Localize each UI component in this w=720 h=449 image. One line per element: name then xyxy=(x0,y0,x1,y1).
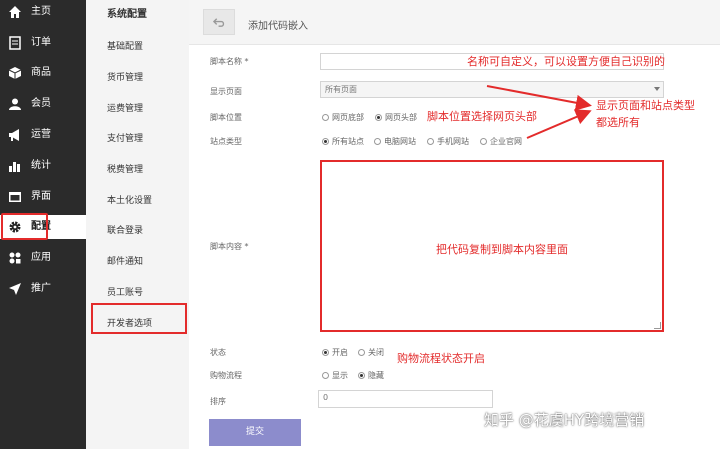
subnav-item-staff[interactable]: 员工账号 xyxy=(107,285,143,298)
shopping-flow-label: 购物流程 xyxy=(210,371,242,380)
radio-label: 网页底部 xyxy=(332,113,364,122)
nav-label: 界面 xyxy=(31,191,51,202)
display-page-select[interactable]: 所有页面 xyxy=(320,81,664,98)
flow-radio-show[interactable]: 显示 xyxy=(322,370,348,381)
nav-item-home[interactable]: 主页 xyxy=(0,0,86,24)
apps-icon xyxy=(9,252,21,264)
site-type-label: 站点类型 xyxy=(210,137,242,146)
chevron-down-icon xyxy=(654,87,660,91)
position-radio-footer[interactable]: 网页底部 xyxy=(322,112,364,123)
site-radio-all[interactable]: 所有站点 xyxy=(322,136,364,147)
watermark: 知乎 @花虞HY跨境营销 xyxy=(484,411,645,429)
flow-radio-hide[interactable]: 隐藏 xyxy=(358,370,384,381)
subnav-item-social-login[interactable]: 联合登录 xyxy=(107,223,143,236)
back-button[interactable] xyxy=(203,9,235,35)
undo-icon xyxy=(212,18,224,27)
radio-icon xyxy=(374,138,381,145)
annotation-status: 购物流程状态开启 xyxy=(397,352,485,365)
nav-item-apps[interactable]: 应用 xyxy=(0,246,86,270)
site-radio-mobile[interactable]: 手机网站 xyxy=(427,136,469,147)
nav-label: 应用 xyxy=(31,252,51,263)
status-radio-off[interactable]: 关闭 xyxy=(358,347,384,358)
site-radio-corporate[interactable]: 企业官网 xyxy=(480,136,522,147)
radio-label: 关闭 xyxy=(368,348,384,357)
script-position-label: 脚本位置 xyxy=(210,113,242,122)
box-icon xyxy=(8,67,22,79)
nav-label: 商品 xyxy=(31,67,51,78)
nav-label: 订单 xyxy=(31,37,51,48)
nav-label: 统计 xyxy=(31,160,51,171)
nav-label: 主页 xyxy=(31,6,51,17)
nav-item-interface[interactable]: 界面 xyxy=(0,185,86,209)
nav-item-products[interactable]: 商品 xyxy=(0,61,86,85)
subnav-item-payment[interactable]: 支付管理 xyxy=(107,131,143,144)
radio-icon xyxy=(322,372,329,379)
radio-label: 手机网站 xyxy=(437,137,469,146)
radio-label: 网页头部 xyxy=(385,113,417,122)
radio-checked-icon xyxy=(375,114,382,121)
subnav-item-tax[interactable]: 税费管理 xyxy=(107,162,143,175)
page-title: 添加代码嵌入 xyxy=(248,21,308,32)
site-radio-desktop[interactable]: 电脑网站 xyxy=(374,136,416,147)
send-icon xyxy=(9,283,21,295)
radio-label: 显示 xyxy=(332,371,348,380)
bar-chart-icon xyxy=(9,162,20,172)
subnav-title: 系统配置 xyxy=(107,9,147,20)
nav-item-members[interactable]: 会员 xyxy=(0,92,86,116)
annotation-name: 名称可自定义，可以设置方便自己识别的 xyxy=(467,55,665,68)
config-highlight-box xyxy=(1,213,48,240)
position-radio-header[interactable]: 网页头部 xyxy=(375,112,417,123)
annotation-position: 脚本位置选择网页头部 xyxy=(427,110,537,123)
window-icon xyxy=(9,192,21,202)
radio-label: 开启 xyxy=(332,348,348,357)
order-icon xyxy=(9,36,21,50)
nav-label: 会员 xyxy=(31,98,51,109)
nav-item-promotion[interactable]: 推广 xyxy=(0,277,86,301)
annotation-page-site-1: 显示页面和站点类型 xyxy=(596,99,695,112)
sort-label: 排序 xyxy=(210,397,226,406)
radio-checked-icon xyxy=(322,349,329,356)
radio-checked-icon xyxy=(322,138,329,145)
status-label: 状态 xyxy=(210,348,226,357)
nav-label: 推广 xyxy=(31,283,51,294)
script-content-label: 脚本内容 * xyxy=(210,242,249,251)
radio-icon xyxy=(427,138,434,145)
script-name-label: 脚本名称 * xyxy=(210,57,249,66)
radio-icon xyxy=(358,349,365,356)
resize-handle-icon[interactable] xyxy=(654,322,661,329)
nav-item-operations[interactable]: 运营 xyxy=(0,123,86,147)
subnav-item-currency[interactable]: 货币管理 xyxy=(107,70,143,83)
radio-icon xyxy=(322,114,329,121)
nav-label: 运营 xyxy=(31,129,51,140)
nav-item-orders[interactable]: 订单 xyxy=(0,31,86,55)
nav-item-statistics[interactable]: 统计 xyxy=(0,154,86,178)
subnav-item-shipping[interactable]: 运费管理 xyxy=(107,101,143,114)
radio-label: 隐藏 xyxy=(368,371,384,380)
radio-checked-icon xyxy=(358,372,365,379)
sort-input[interactable]: 0 xyxy=(318,390,493,408)
radio-icon xyxy=(480,138,487,145)
display-page-value: 所有页面 xyxy=(325,85,357,94)
submit-button[interactable]: 提交 xyxy=(209,419,301,446)
radio-label: 企业官网 xyxy=(490,137,522,146)
subnav-item-localization[interactable]: 本土化设置 xyxy=(107,193,152,206)
developer-highlight-box xyxy=(91,303,187,334)
home-icon xyxy=(9,6,21,18)
display-page-label: 显示页面 xyxy=(210,87,242,96)
user-icon xyxy=(9,98,21,110)
megaphone-icon xyxy=(9,129,19,141)
radio-label: 所有站点 xyxy=(332,137,364,146)
subnav-item-basic[interactable]: 基础配置 xyxy=(107,39,143,52)
status-radio-on[interactable]: 开启 xyxy=(322,347,348,358)
radio-label: 电脑网站 xyxy=(384,137,416,146)
annotation-page-site-2: 都选所有 xyxy=(596,116,640,129)
subnav-item-email[interactable]: 邮件通知 xyxy=(107,254,143,267)
annotation-content: 把代码复制到脚本内容里面 xyxy=(436,243,568,256)
